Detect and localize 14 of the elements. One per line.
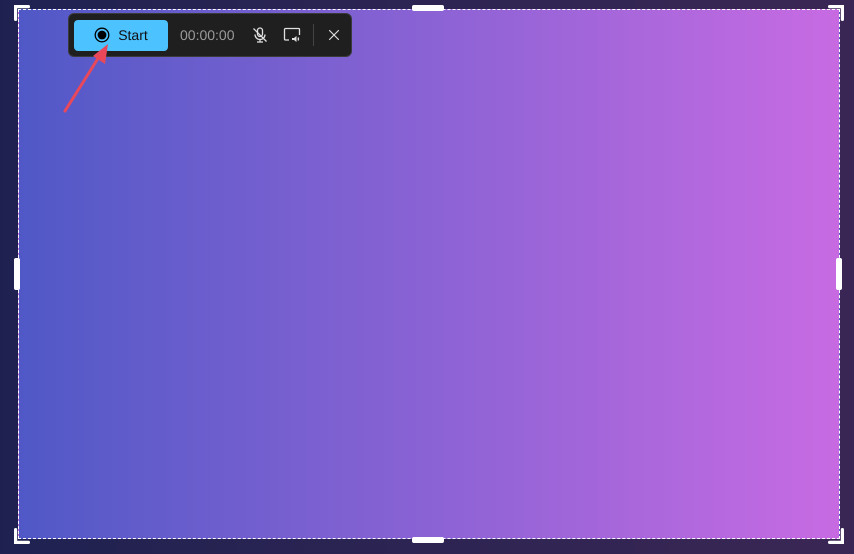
resize-handle[interactable] (412, 537, 444, 543)
record-icon (94, 27, 110, 43)
system-audio-icon[interactable] (282, 26, 300, 44)
resize-handle[interactable] (412, 5, 444, 11)
start-button[interactable]: Start (74, 20, 168, 50)
microphone-muted-icon[interactable] (250, 26, 268, 44)
resize-handle[interactable] (828, 528, 844, 544)
resize-handle[interactable] (836, 258, 842, 290)
resize-handle[interactable] (14, 258, 20, 290)
capture-area[interactable] (18, 9, 840, 539)
resize-handle[interactable] (14, 5, 30, 21)
timer: 00:00:00 (180, 26, 234, 44)
resize-handle[interactable] (828, 5, 844, 21)
resize-handle[interactable] (14, 528, 30, 544)
